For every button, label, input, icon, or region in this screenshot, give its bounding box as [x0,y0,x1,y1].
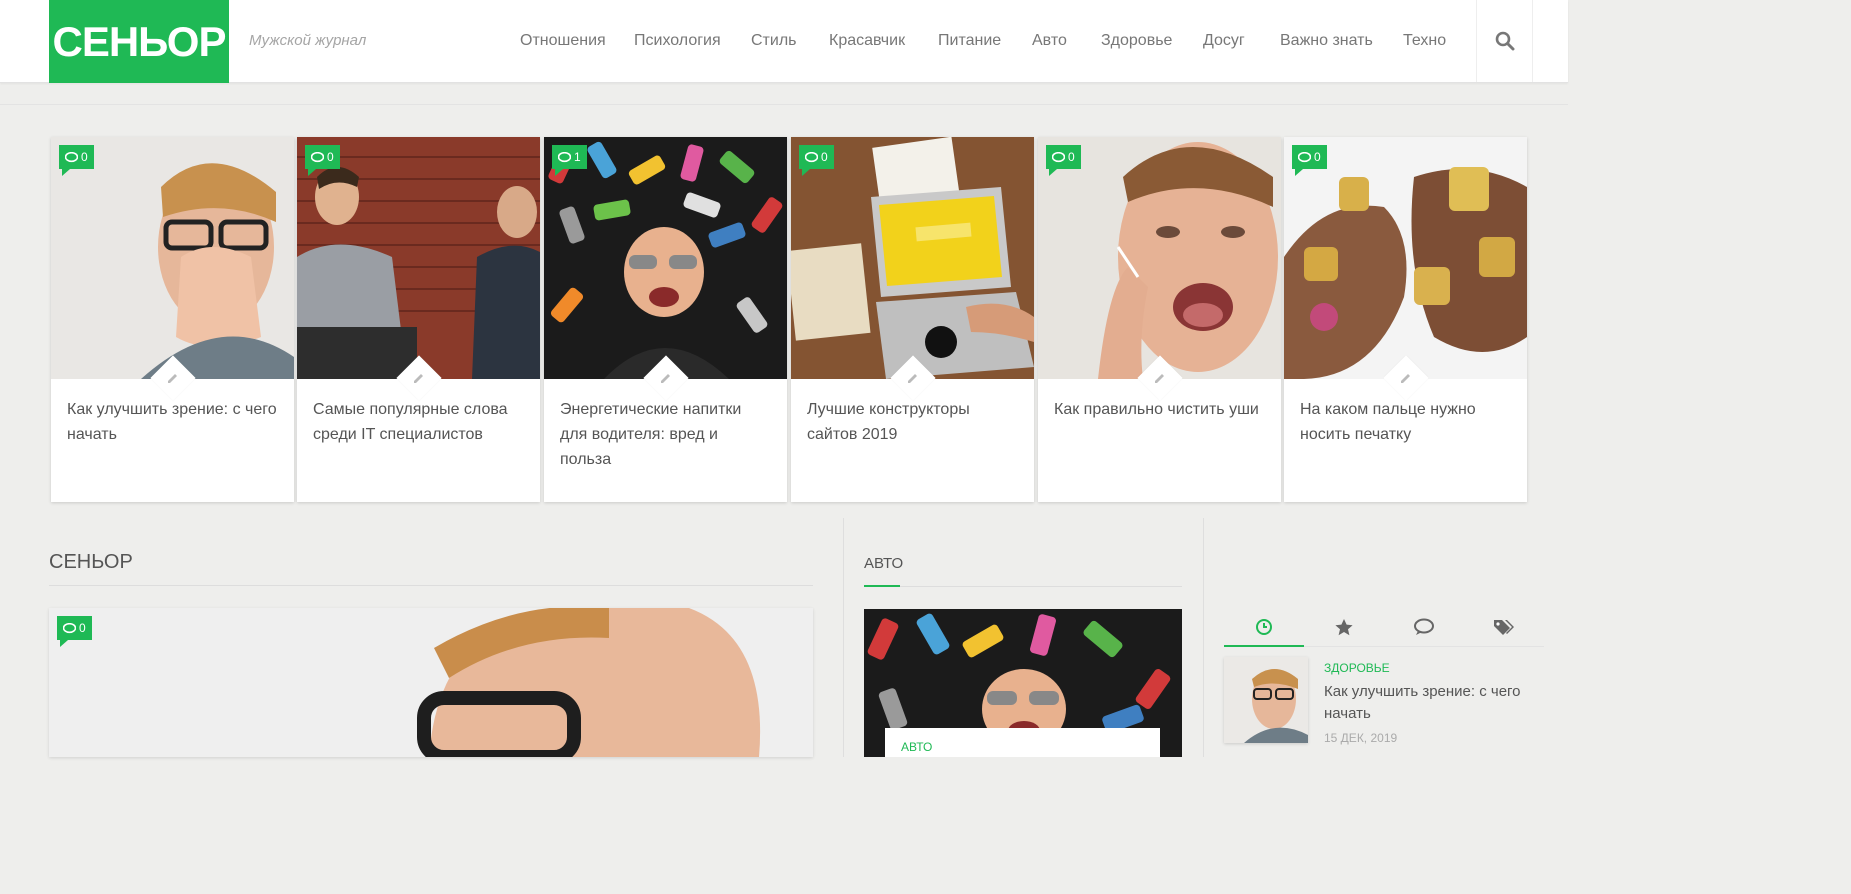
post-card-image[interactable] [544,137,787,379]
pencil-icon [1397,370,1415,386]
sidebar-post-thumbnail[interactable] [1224,657,1308,743]
tab-comments[interactable] [1384,608,1464,646]
auto-post-category[interactable]: АВТО [901,740,932,754]
nav-item-zdorovye[interactable]: Здоровье [1101,32,1172,50]
post-card[interactable]: 0 Как улучшить зрение: с чего начать [51,137,294,502]
comment-count: 0 [327,150,334,164]
comment-count-badge[interactable]: 0 [799,145,834,176]
comments-icon [1052,151,1065,162]
comment-count: 0 [1068,150,1075,164]
comment-count-badge[interactable]: 0 [57,616,92,647]
nav-item-otnosheniya[interactable]: Отношения [520,32,606,50]
featured-post-image[interactable] [49,608,813,757]
nav-item-krasavchik[interactable]: Красавчик [829,32,905,50]
post-card-image[interactable] [791,137,1034,379]
pencil-icon [657,370,675,386]
comment-count: 0 [1314,150,1321,164]
section-title-senor: СЕНЬОР [49,551,133,573]
post-card[interactable]: 0 Самые популярные слова среди IT специа… [297,137,540,502]
post-title[interactable]: Энергетические напитки для водителя: вре… [560,397,772,472]
post-card[interactable]: 0 Лучшие конструкторы сайтов 2019 [791,137,1034,502]
tab-tags[interactable] [1464,608,1544,646]
comments-icon [65,151,78,162]
post-title[interactable]: Лучшие конструкторы сайтов 2019 [807,397,1019,447]
comment-count: 0 [79,621,86,635]
comments-icon [805,151,818,162]
comments-icon [558,151,571,162]
sidebar-post-title[interactable]: Как улучшить зрение: с чего начать [1324,681,1544,725]
sidebar-post-category[interactable]: ЗДОРОВЬЕ [1324,661,1390,675]
comments-icon [311,151,324,162]
featured-post[interactable]: 0 [49,608,813,757]
comment-count: 0 [81,150,88,164]
comments-icon [63,622,76,633]
section-underline [49,585,813,586]
nav-item-vazhno-znat[interactable]: Важно знать [1280,32,1373,50]
site-header: СЕНЬОР Мужской журнал Отношения Психолог… [0,0,1568,83]
pencil-icon [164,370,182,386]
post-title[interactable]: Как правильно чистить уши [1054,397,1266,422]
section-title-avto: АВТО [864,555,904,572]
search-button[interactable] [1476,0,1533,82]
nav-item-pitanie[interactable]: Питание [938,32,1001,50]
section-accent [864,585,900,587]
post-card[interactable]: 0 Как правильно чистить уши [1038,137,1281,502]
sidebar-tabs [1224,608,1544,646]
column-divider [1203,518,1204,757]
comments-icon [1414,618,1434,635]
post-card-image[interactable] [1038,137,1281,379]
nav-item-dosug[interactable]: Досуг [1203,32,1245,50]
comment-count-badge[interactable]: 0 [305,145,340,176]
section-underline [864,586,1182,587]
nav-item-avto[interactable]: Авто [1032,32,1067,50]
comment-count: 0 [821,150,828,164]
search-icon [1495,31,1514,51]
post-card-image[interactable] [51,137,294,379]
comment-count-badge[interactable]: 1 [552,145,587,176]
tab-active-indicator [1224,645,1304,647]
nav-item-psikhologiya[interactable]: Психология [634,32,721,50]
post-title[interactable]: Как улучшить зрение: с чего начать [67,397,279,447]
tab-popular[interactable] [1304,608,1384,646]
pencil-icon [410,370,428,386]
comments-icon [1298,151,1311,162]
comment-count-badge[interactable]: 0 [1292,145,1327,176]
main-nav: Отношения Психология Стиль Красавчик Пит… [0,32,1568,52]
comment-count-badge[interactable]: 0 [1046,145,1081,176]
header-divider [0,104,1568,105]
pencil-icon [904,370,922,386]
clock-icon [1256,619,1272,635]
nav-item-tekhno[interactable]: Техно [1403,32,1446,50]
nav-item-stil[interactable]: Стиль [751,32,797,50]
star-icon [1335,618,1353,635]
post-title[interactable]: Самые популярные слова среди IT специали… [313,397,525,447]
tags-icon [1494,620,1514,635]
comment-count-badge[interactable]: 0 [59,145,94,176]
post-title[interactable]: На каком пальце нужно носить печатку [1300,397,1512,447]
post-card-image[interactable] [297,137,540,379]
pencil-icon [1151,370,1169,386]
post-card[interactable]: 0 На каком пальце нужно носить печатку [1284,137,1527,502]
comment-count: 1 [574,150,581,164]
column-divider [843,518,844,757]
tab-recent[interactable] [1224,608,1304,646]
post-card-image[interactable] [1284,137,1527,379]
sidebar-post-date: 15 ДЕК, 2019 [1324,731,1398,745]
post-card[interactable]: 1 Энергетические напитки для водителя: в… [544,137,787,502]
